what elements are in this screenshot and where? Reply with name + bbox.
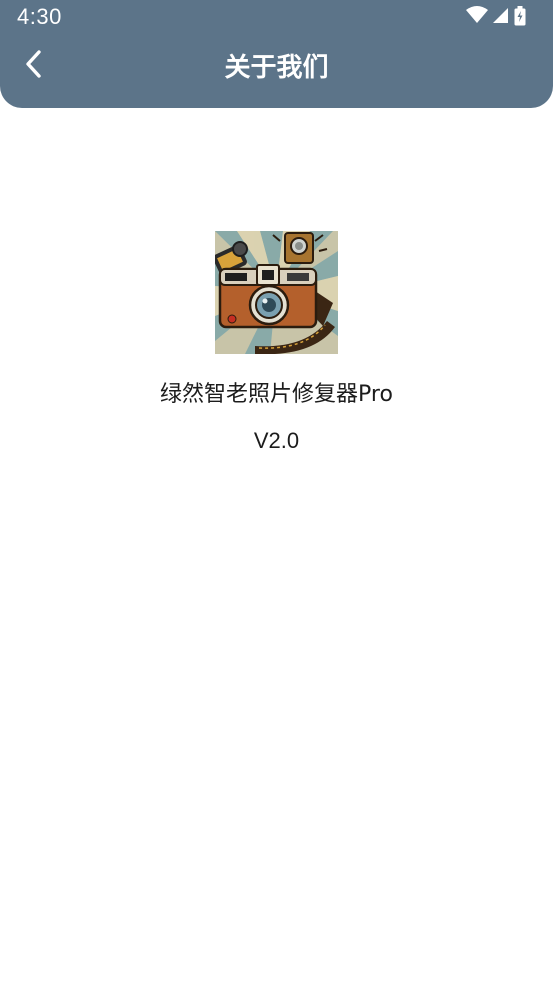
status-time: 4:30 xyxy=(17,4,62,29)
app-logo xyxy=(215,231,338,354)
app-version: V2.0 xyxy=(253,428,300,453)
status-bar: 4:30 xyxy=(0,0,553,34)
page-title: 关于我们 xyxy=(224,53,329,83)
signal-icon xyxy=(493,8,508,23)
status-icons xyxy=(466,6,536,26)
wifi-icon xyxy=(466,6,488,23)
vintage-camera-logo xyxy=(215,231,338,354)
app-name: 绿然智老照片修复器Pro xyxy=(160,382,393,407)
battery-icon xyxy=(514,6,526,26)
app-header: 4:30 关于我们 xyxy=(0,0,553,108)
